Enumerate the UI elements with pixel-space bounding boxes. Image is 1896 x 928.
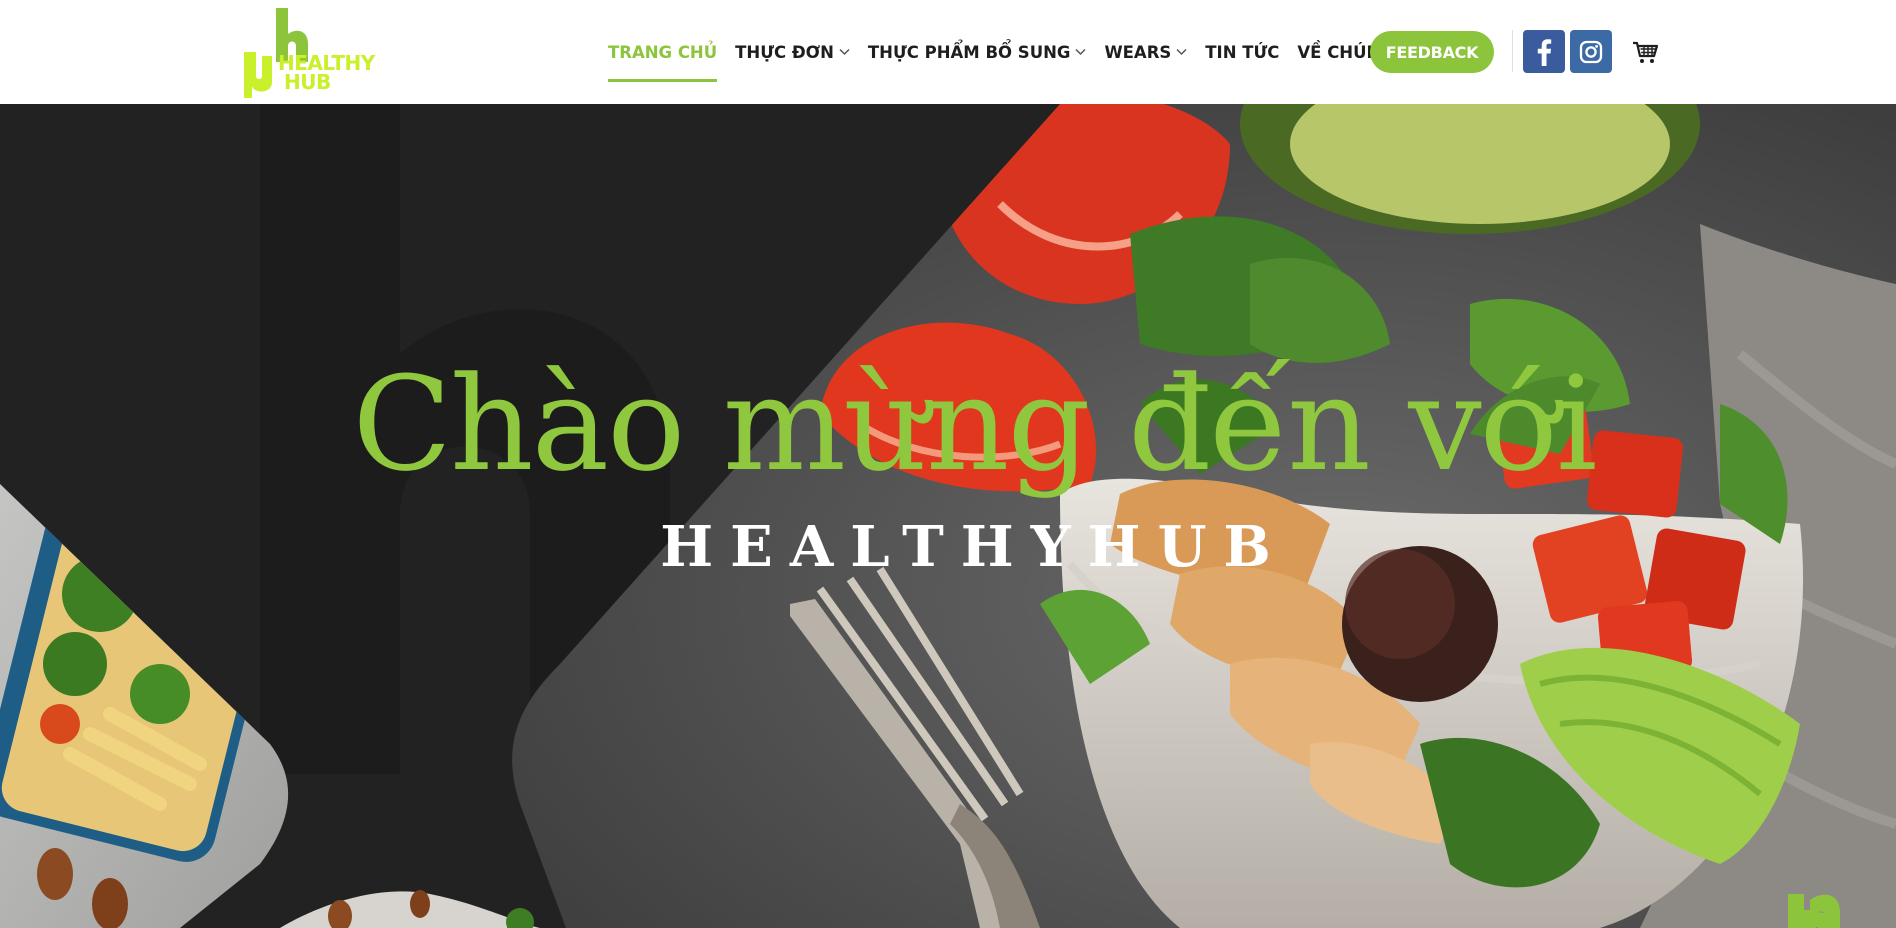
cart-icon[interactable] — [1632, 38, 1660, 66]
main-nav: TRANG CHỦ THỰC ĐƠN THỰC PHẨM BỔ SUNG WEA… — [608, 38, 1449, 82]
nav-item-label: TIN TỨC — [1205, 42, 1280, 62]
nav-item-trang-chu[interactable]: TRANG CHỦ — [608, 42, 718, 82]
hero-title: Chào mừng đến với — [352, 348, 1597, 500]
header-divider — [1512, 30, 1513, 72]
chevron-down-icon — [1075, 48, 1086, 56]
hero-banner: Chào mừng đến với HEALTHYHUB — [0, 104, 1896, 928]
logo-line2: HUB — [284, 70, 331, 94]
instagram-icon — [1579, 40, 1603, 63]
nav-item-wears[interactable]: WEARS — [1104, 43, 1187, 62]
nav-item-thuc-pham-bo-sung[interactable]: THỰC PHẨM BỔ SUNG — [868, 43, 1087, 62]
facebook-button[interactable] — [1523, 30, 1565, 73]
nav-item-label: TRANG CHỦ — [608, 42, 718, 62]
feedback-button[interactable]: FEEDBACK — [1370, 31, 1494, 73]
logo-wordmark: HEALTHY HUB — [278, 53, 375, 94]
facebook-icon — [1537, 38, 1552, 66]
nav-item-label: WEARS — [1104, 42, 1172, 62]
instagram-button[interactable] — [1570, 30, 1612, 73]
nav-item-label: THỰC PHẨM BỔ SUNG — [867, 42, 1071, 62]
chevron-down-icon — [839, 48, 850, 56]
chevron-down-icon — [1176, 48, 1187, 56]
healthyhub-logo[interactable]: HEALTHY HUB — [242, 6, 375, 98]
nav-item-tin-tuc[interactable]: TIN TỨC — [1205, 43, 1279, 62]
site-header: HEALTHY HUB TRANG CHỦ THỰC ĐƠN THỰC PHẨM… — [0, 0, 1896, 104]
nav-item-thuc-don[interactable]: THỰC ĐƠN — [735, 43, 850, 62]
hero-subtitle: HEALTHYHUB — [660, 514, 1288, 580]
nav-item-label: THỰC ĐƠN — [735, 42, 834, 62]
